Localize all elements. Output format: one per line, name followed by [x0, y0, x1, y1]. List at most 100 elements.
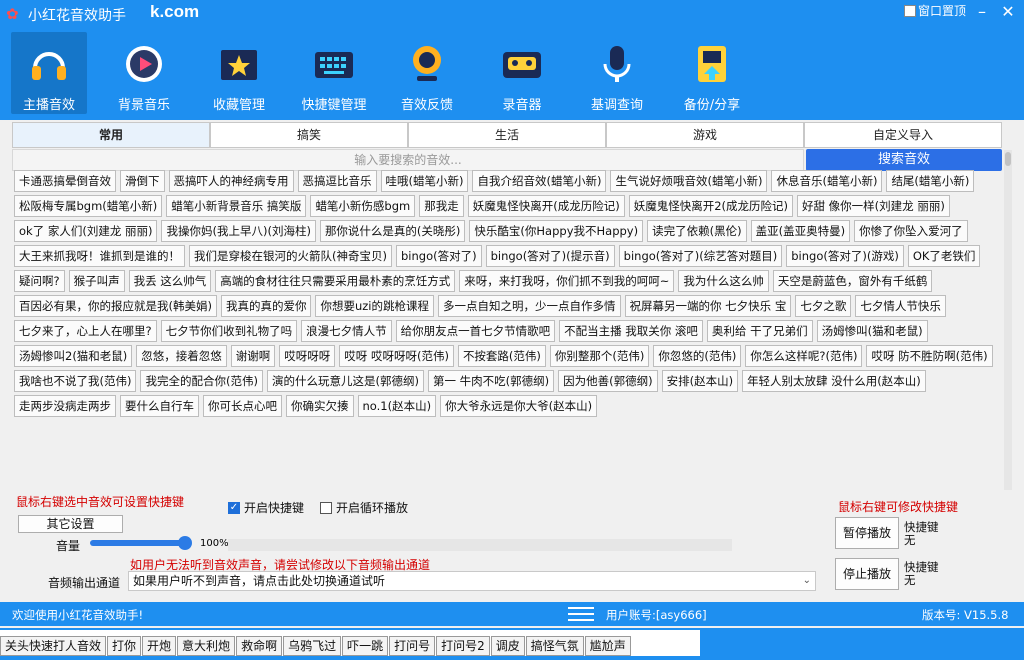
- volume-slider-knob[interactable]: [178, 536, 192, 550]
- sound-button[interactable]: 你别整那个(范伟): [549, 345, 650, 367]
- sound-button[interactable]: bingo(答对了)(游戏): [786, 245, 904, 267]
- tab-custom-import[interactable]: 自定义导入: [804, 122, 1002, 148]
- sound-button[interactable]: 猴子叫声: [68, 270, 125, 292]
- pin-checkbox-box[interactable]: [904, 4, 916, 17]
- sound-button[interactable]: 你可长点心吧: [203, 395, 282, 417]
- sound-button[interactable]: 休息音乐(蜡笔小新): [771, 170, 883, 192]
- sound-button[interactable]: 大王来抓我呀！谁抓到是谁的！: [14, 245, 185, 267]
- sound-grid-scrollbar[interactable]: [1004, 150, 1012, 490]
- sound-button[interactable]: 七夕之歌: [795, 295, 852, 317]
- sound-button[interactable]: 妖魔鬼怪快离开(成龙历险记): [467, 195, 625, 217]
- sound-button[interactable]: 走两步没病走两步: [14, 395, 116, 417]
- tool-hotkeys[interactable]: 快捷键管理: [296, 32, 372, 114]
- scrollbar-thumb[interactable]: [1005, 152, 1011, 166]
- sound-button[interactable]: 因为他善(郭德纲): [558, 370, 658, 392]
- checkbox-unchecked-icon[interactable]: [320, 501, 332, 514]
- loop-play-checkbox[interactable]: 开启循环播放: [320, 499, 408, 516]
- sound-button[interactable]: 我完全的配合你(范伟): [140, 370, 263, 392]
- tab-funny[interactable]: 搞笑: [210, 122, 408, 148]
- sound-button[interactable]: 谢谢啊: [230, 345, 276, 367]
- sound-button[interactable]: OK了老铁们: [907, 245, 981, 267]
- stop-button[interactable]: 停止播放: [835, 558, 899, 590]
- menu-icon[interactable]: [568, 606, 594, 622]
- sound-button[interactable]: 你忽悠的(范伟): [653, 345, 742, 367]
- sound-button[interactable]: 汤姆惨叫(猫和老鼠): [816, 320, 928, 342]
- sound-button[interactable]: bingo(答对了)(提示音): [485, 245, 615, 267]
- sound-button[interactable]: 我操你妈(我上早八)(刘海柱): [161, 220, 316, 242]
- volume-slider[interactable]: [90, 536, 192, 550]
- sound-button[interactable]: 快乐酷宝(你Happy我不Happy): [469, 220, 644, 242]
- tool-backup[interactable]: 备份/分享: [674, 32, 750, 114]
- sound-button[interactable]: 要什么自行车: [120, 395, 199, 417]
- close-button[interactable]: ✕: [998, 2, 1018, 22]
- sound-button[interactable]: 不配当主播 我取关你 滚吧: [559, 320, 703, 342]
- sound-button[interactable]: 自我介绍音效(蜡笔小新): [472, 170, 607, 192]
- search-input[interactable]: [13, 150, 803, 170]
- tool-anchor-sound[interactable]: 主播音效: [11, 32, 87, 114]
- tab-game[interactable]: 游戏: [606, 122, 804, 148]
- sound-button[interactable]: 百因必有果，你的报应就是我(韩美娟): [14, 295, 217, 317]
- sound-button[interactable]: 安排(赵本山): [661, 370, 739, 392]
- sound-button[interactable]: 你怎么这样呢?(范伟): [745, 345, 863, 367]
- sound-button[interactable]: ok了 家人们(刘建龙 丽丽): [14, 220, 158, 242]
- sound-button[interactable]: 你想要uzi的跳枪课程: [315, 295, 435, 317]
- sound-button[interactable]: 疑问啊?: [14, 270, 65, 292]
- enable-hotkey-checkbox[interactable]: ✓ 开启快捷键: [228, 499, 304, 516]
- sound-button[interactable]: 忽悠，接着忽悠: [136, 345, 227, 367]
- sound-button[interactable]: bingo(答对了): [395, 245, 482, 267]
- sound-button[interactable]: 我真的真的爱你: [220, 295, 312, 317]
- pause-button[interactable]: 暂停播放: [835, 517, 899, 549]
- sound-button[interactable]: 松阪梅专属bgm(蜡笔小新): [14, 195, 163, 217]
- tool-bgm[interactable]: 背景音乐: [106, 32, 182, 114]
- sound-button[interactable]: 我丢 这么帅气: [128, 270, 212, 292]
- sound-button[interactable]: 给你朋友点一首七夕节情歌吧: [395, 320, 556, 342]
- sound-button[interactable]: 演的什么玩意儿这是(郭德纲): [266, 370, 424, 392]
- sound-button[interactable]: 蜡笔小新背景音乐 搞笑版: [166, 195, 307, 217]
- sound-button[interactable]: 高端的食材往往只需要采用最朴素的烹饪方式: [215, 270, 456, 292]
- tab-life[interactable]: 生活: [408, 122, 606, 148]
- search-button[interactable]: 搜索音效: [806, 149, 1002, 171]
- other-settings-button[interactable]: 其它设置: [18, 515, 123, 533]
- sound-button[interactable]: 七夕来了，心上人在哪里?: [14, 320, 157, 342]
- sound-button[interactable]: 读完了依赖(黑伦): [647, 220, 747, 242]
- sound-button[interactable]: 哎呀呀呀: [279, 345, 336, 367]
- sound-button[interactable]: 来呀，来打我呀，你们抓不到我的呵呵~: [459, 270, 675, 292]
- sound-button[interactable]: 我们是穿梭在银河的火箭队(神奇宝贝): [189, 245, 392, 267]
- tool-recorder[interactable]: 录音器: [484, 32, 560, 114]
- tool-key-query[interactable]: 基调查询: [579, 32, 655, 114]
- sound-button[interactable]: 滑倒下: [120, 170, 165, 192]
- sound-button[interactable]: 蜡笔小新伤感bgm: [310, 195, 416, 217]
- sound-button[interactable]: 恶搞逗比音乐: [297, 170, 377, 192]
- checkbox-checked-icon[interactable]: ✓: [228, 501, 240, 514]
- sound-button[interactable]: 浪漫七夕情人节: [301, 320, 392, 342]
- sound-button[interactable]: 祝屏幕另一端的你 七夕快乐 宝: [624, 295, 792, 317]
- sound-button[interactable]: 我为什么这么帅: [678, 270, 769, 292]
- sound-button[interactable]: 汤姆惨叫2(猫和老鼠): [14, 345, 133, 367]
- output-channel-select[interactable]: 如果用户听不到声音，请点击此处切换通道试听 ⌄: [128, 571, 816, 591]
- tool-favorites[interactable]: 收藏管理: [201, 32, 277, 114]
- sound-button[interactable]: 你大爷永远是你大爷(赵本山): [440, 395, 598, 417]
- sound-button[interactable]: 七夕节你们收到礼物了吗: [160, 320, 298, 342]
- minimize-button[interactable]: –: [972, 2, 992, 22]
- sound-button[interactable]: bingo(答对了)(综艺答对题目): [618, 245, 783, 267]
- sound-button[interactable]: 第一 牛肉不吃(郭德纲): [427, 370, 555, 392]
- chevron-down-icon[interactable]: ⌄: [803, 572, 811, 590]
- sound-button[interactable]: 哎呀 哎呀呀呀(范伟): [339, 345, 454, 367]
- sound-button[interactable]: 七夕情人节快乐: [855, 295, 946, 317]
- sound-button[interactable]: 你惨了你坠入爱河了: [854, 220, 968, 242]
- sound-button[interactable]: no.1(赵本山): [357, 395, 437, 417]
- sound-button[interactable]: 多一点自知之明，少一点自作多情: [438, 295, 621, 317]
- sound-button[interactable]: 你确实欠揍: [286, 395, 354, 417]
- pin-window-checkbox[interactable]: 窗口置顶: [904, 2, 966, 19]
- sound-button[interactable]: 那我走: [419, 195, 464, 217]
- sound-button[interactable]: 结尾(蜡笔小新): [886, 170, 975, 192]
- sound-button[interactable]: 哇哦(蜡笔小新): [380, 170, 469, 192]
- sound-button[interactable]: 好甜 像你一样(刘建龙 丽丽): [797, 195, 950, 217]
- sound-button[interactable]: 生气说好烦哦音效(蜡笔小新): [610, 170, 768, 192]
- sound-button[interactable]: 奥利给 干了兄弟们: [706, 320, 813, 342]
- sound-button[interactable]: 天空是蔚蓝色，窗外有千纸鹤: [772, 270, 933, 292]
- sound-button[interactable]: 那你说什么是真的(关晓彤): [319, 220, 466, 242]
- sound-button[interactable]: 盖亚(盖亚奥特曼): [750, 220, 851, 242]
- sound-button[interactable]: 卡通恶搞晕倒音效: [14, 170, 116, 192]
- sound-button[interactable]: 妖魔鬼怪快离开2(成龙历险记): [628, 195, 794, 217]
